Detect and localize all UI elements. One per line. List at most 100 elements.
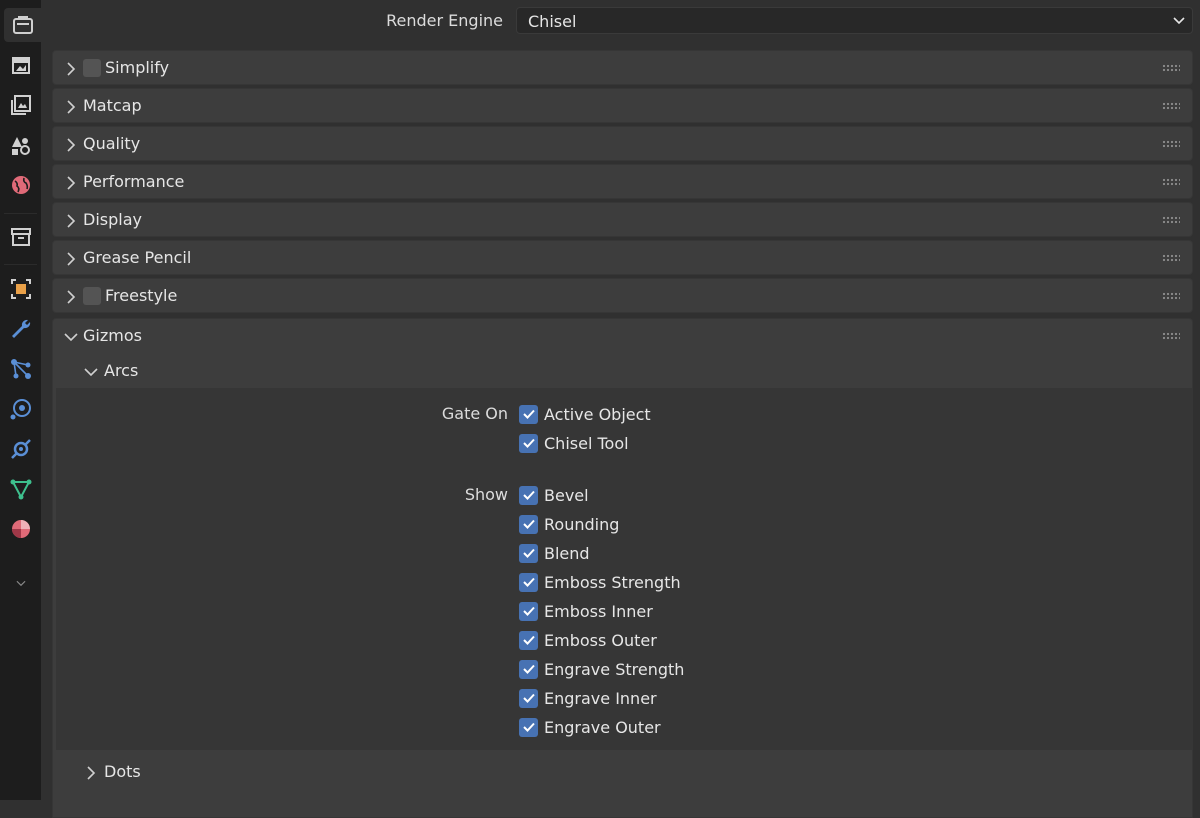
panel-freestyle[interactable]: Freestyle [52,278,1193,313]
scene-tab[interactable] [4,128,38,162]
subpanel-title: Arcs [104,361,139,380]
checkbox-bevel[interactable]: Bevel [519,484,589,506]
drag-handle-icon[interactable] [1162,332,1180,340]
expand-tabs-icon [16,580,26,587]
drag-handle-icon[interactable] [1162,292,1180,300]
physics-tab[interactable] [4,392,38,426]
checkbox-label: Chisel Tool [544,433,629,453]
particles-tab-icon [11,359,31,379]
checkbox-emboss-inner[interactable]: Emboss Inner [519,600,653,622]
subpanel-dots-header[interactable]: Dots [53,756,1192,790]
panel-title: Freestyle [105,286,178,305]
collection-tab[interactable] [4,220,38,254]
object-tab-icon [11,279,31,299]
drag-handle-icon[interactable] [1162,64,1180,72]
drag-handle-icon[interactable] [1162,102,1180,110]
data-tab-icon [10,479,32,500]
panel-gizmos: Gizmos Arcs Gate On Active Object Chisel… [52,318,1193,818]
chevron-right-icon [67,290,76,304]
check-icon [519,543,538,563]
render-tab-icon [12,16,33,34]
panel-matcap[interactable]: Matcap [52,88,1193,123]
panel-title: Quality [83,134,141,153]
output-tab[interactable] [4,48,38,82]
data-tab[interactable] [4,472,38,506]
checkbox-active-object[interactable]: Active Object [519,403,651,425]
checkbox-label: Engrave Inner [544,688,657,708]
check-icon [519,433,538,453]
checkbox-label: Rounding [544,514,620,534]
subpanel-arcs-header[interactable]: Arcs [53,355,1192,389]
properties-tab-bar [0,0,41,800]
panel-performance[interactable]: Performance [52,164,1193,199]
output-tab-icon [12,57,30,74]
panel-grease-pencil[interactable]: Grease Pencil [52,240,1193,275]
check-icon [519,485,538,505]
drag-handle-icon[interactable] [1162,216,1180,224]
panel-title: Display [83,210,142,229]
constraints-tab-icon [11,439,31,459]
checkbox-rounding[interactable]: Rounding [519,513,619,535]
constraints-tab[interactable] [4,432,38,466]
checkbox-blend[interactable]: Blend [519,542,590,564]
physics-tab-icon [10,399,31,420]
render-tab[interactable] [4,8,41,42]
panel-title[interactable]: Gizmos [83,326,142,345]
checkbox-label: Active Object [544,404,651,424]
panel-title: Performance [83,172,185,191]
checkbox-label: Bevel [544,485,589,505]
simplify-checkbox[interactable] [83,59,101,77]
checkbox-engrave-outer[interactable]: Engrave Outer [519,716,661,738]
check-icon [519,659,538,679]
material-tab[interactable] [4,512,38,546]
chevron-down-icon[interactable] [63,329,79,345]
render-engine-value: Chisel [528,12,577,31]
checkbox-engrave-inner[interactable]: Engrave Inner [519,687,657,709]
drag-handle-icon[interactable] [1162,178,1180,186]
material-tab-icon [12,520,30,538]
view-layer-tab[interactable] [4,88,38,122]
check-icon [519,688,538,708]
render-engine-dropdown[interactable]: Chisel [516,7,1193,34]
scene-tab-icon [12,137,30,155]
checkbox-label: Engrave Strength [544,659,685,679]
checkbox-label: Engrave Outer [544,717,661,737]
checkbox-label: Emboss Inner [544,601,653,621]
freestyle-checkbox[interactable] [83,287,101,305]
panel-title: Simplify [105,58,170,77]
show-label: Show [464,485,508,504]
checkbox-emboss-outer[interactable]: Emboss Outer [519,629,657,651]
collection-tab-icon [11,228,31,246]
drag-handle-icon[interactable] [1162,140,1180,148]
panel-title: Matcap [83,96,142,115]
gate-on-label: Gate On [441,404,508,423]
panel-quality[interactable]: Quality [52,126,1193,161]
check-icon [519,514,538,534]
expand-tabs[interactable] [4,566,38,600]
modifier-tab[interactable] [4,312,38,346]
checkbox-engrave-strength[interactable]: Engrave Strength [519,658,684,680]
checkbox-label: Emboss Strength [544,572,681,592]
subpanel-arcs-body: Gate On Active Object Chisel Tool Show B… [56,388,1192,750]
chevron-right-icon [67,100,76,114]
panel-display[interactable]: Display [52,202,1193,237]
chevron-right-icon [67,176,76,190]
particles-tab[interactable] [4,352,38,386]
drag-handle-icon[interactable] [1162,254,1180,262]
render-engine-label: Render Engine [386,11,503,30]
chevron-right-icon [67,252,76,266]
checkbox-label: Blend [544,543,590,563]
object-tab[interactable] [4,272,38,306]
world-tab[interactable] [4,168,38,202]
panel-simplify[interactable]: Simplify [52,50,1193,85]
chevron-down-icon [84,368,98,377]
check-icon [519,404,538,424]
check-icon [519,630,538,650]
world-tab-icon [12,176,30,194]
chevron-right-icon [67,62,76,76]
checkbox-emboss-strength[interactable]: Emboss Strength [519,571,681,593]
checkbox-chisel-tool[interactable]: Chisel Tool [519,432,629,454]
properties-editor: Render Engine Chisel Simplify Matcap Qua… [41,0,1200,818]
check-icon [519,572,538,592]
modifier-tab-icon [12,319,31,338]
